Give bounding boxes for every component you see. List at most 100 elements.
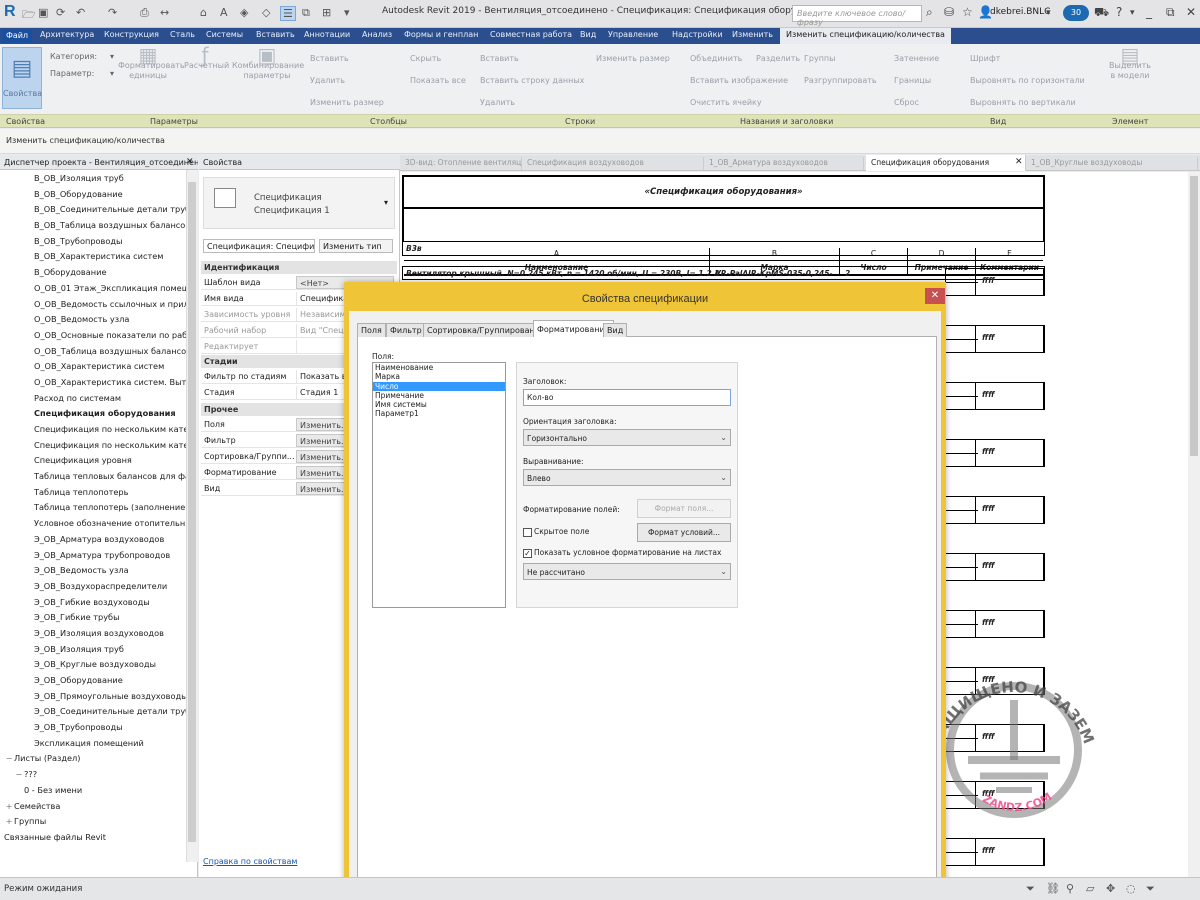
note-cell[interactable] (946, 282, 978, 297)
select-links-icon[interactable]: ⛓ (1046, 882, 1060, 895)
user-name[interactable]: dkebrei.BNLC (990, 7, 1050, 17)
view-tab-4[interactable]: 1_ОВ_Круглые воздуховоды (1028, 157, 1198, 170)
search-input[interactable]: Введите ключевое слово/фразу (792, 5, 922, 27)
browser-item[interactable]: −??? (0, 767, 186, 783)
highlight-in-model-button[interactable]: ▤ Выделить в модели (1108, 45, 1152, 81)
browser-item[interactable]: Условное обозначение отопительных с (0, 516, 186, 532)
close-hidden-icon[interactable]: ⧉ (302, 6, 310, 20)
show-conditional-checkbox[interactable]: ✓ Показать условное форматирование на лис… (523, 548, 721, 558)
field-item[interactable]: Параметр1 (373, 409, 505, 418)
filter-icon[interactable]: ⏷ (1026, 882, 1035, 896)
help-icon[interactable]: ? (1116, 5, 1122, 19)
open-icon[interactable]: 🗁 (22, 6, 36, 25)
text-icon[interactable]: A (220, 6, 228, 19)
table-row[interactable]: ffff (945, 496, 1045, 524)
borders-button[interactable]: Границы (894, 76, 931, 85)
tab-modify-schedule[interactable]: Изменить спецификацию/количества (780, 28, 951, 44)
tab-sorting[interactable]: Сортировка/Группирование (423, 323, 549, 337)
align-horizontal-button[interactable]: Выровнять по горизонтали (970, 76, 1085, 85)
tab-structure[interactable]: Конструкция (104, 30, 159, 39)
browser-item[interactable]: Расход по системам (0, 391, 186, 407)
group-header-row[interactable]: В3в (402, 241, 1045, 256)
collapse-icon[interactable]: − (14, 767, 24, 783)
insert-image-button[interactable]: Вставить изображение (690, 76, 788, 85)
browser-item[interactable]: − Листы (Раздел) (0, 751, 186, 767)
subscription-icon[interactable]: ⛁ (944, 5, 954, 19)
quick-access-dropdown-icon[interactable]: ▾ (344, 6, 350, 19)
undo-icon[interactable]: ↶ (76, 6, 85, 19)
row-delete-button[interactable]: Удалить (480, 98, 515, 107)
star-icon[interactable]: ☆ (962, 5, 973, 19)
comment-cell[interactable]: ffff (975, 440, 1043, 466)
redo-icon[interactable]: ↷ (108, 6, 117, 19)
table-row[interactable]: ffff (945, 439, 1045, 467)
comment-cell[interactable]: ffff (975, 497, 1043, 523)
note-cell[interactable] (946, 453, 978, 468)
field-format-button[interactable]: Формат поля... (637, 499, 731, 518)
browser-item[interactable]: О_ОВ_Ведомость узла (0, 312, 186, 328)
browser-item[interactable]: Э_ОВ_Соединительные детали трубопр (0, 704, 186, 720)
selection-count-icon[interactable]: ⏷ (1146, 882, 1155, 896)
browser-item[interactable]: О_ОВ_Характеристика систем (0, 359, 186, 375)
properties-help-link[interactable]: Справка по свойствам (203, 857, 297, 866)
tab-file[interactable]: Файл (2, 29, 32, 43)
format-units-button[interactable]: ▦ Форматировать единицы (118, 45, 185, 81)
minimize-icon[interactable]: _ (1146, 5, 1152, 19)
tab-architecture[interactable]: Архитектура (40, 30, 94, 39)
view-tab-close-icon[interactable]: ✕ (1015, 157, 1023, 167)
browser-item[interactable]: Таблица теплопотерь (заполнение) (0, 500, 186, 516)
browser-item[interactable]: О_ОВ_Таблица воздушных балансов (0, 344, 186, 360)
comment-cell[interactable]: ffff (975, 383, 1043, 409)
category-dropdown-icon[interactable]: ▾ (110, 52, 114, 61)
tab-fields[interactable]: Поля (357, 323, 386, 337)
tab-addins[interactable]: Надстройки (672, 30, 723, 39)
browser-item[interactable]: В_Оборудование (0, 265, 186, 281)
browser-item[interactable]: Спецификация оборудования (0, 406, 186, 422)
table-row[interactable]: ffff (945, 268, 1045, 296)
view-tab-active[interactable]: Спецификация оборудования (866, 155, 1026, 171)
browser-item[interactable]: Связанные файлы Revit (0, 830, 186, 846)
browser-item[interactable]: Э_ОВ_Арматура воздуховодов (0, 532, 186, 548)
row-insert-data-button[interactable]: Вставить строку данных (480, 76, 584, 85)
tab-insert[interactable]: Вставить (256, 30, 295, 39)
properties-button[interactable]: ▤ Свойства (2, 47, 42, 109)
browser-item[interactable]: Э_ОВ_Изоляция воздуховодов (0, 626, 186, 642)
type-dropdown-icon[interactable]: ▾ (384, 198, 388, 207)
tab-steel[interactable]: Сталь (170, 30, 195, 39)
row-resize-button[interactable]: Изменить размер (596, 54, 670, 63)
browser-item[interactable]: 0 - Без имени (0, 783, 186, 799)
measure-icon[interactable]: ↔ (160, 6, 169, 19)
browser-item[interactable]: + Семейства (0, 799, 186, 815)
browser-item[interactable]: В_ОВ_Характеристика систем (0, 249, 186, 265)
browser-item[interactable]: Э_ОВ_Круглые воздуховоды (0, 657, 186, 673)
comment-cell[interactable]: ffff (975, 839, 1043, 865)
cart-icon[interactable]: ⛟ (1094, 5, 1109, 21)
note-cell[interactable] (946, 624, 978, 639)
background-process-icon[interactable]: ◌ (1126, 882, 1136, 895)
table-row[interactable]: ffff (945, 325, 1045, 353)
tab-manage[interactable]: Управление (608, 30, 658, 39)
tab-view[interactable]: Вид (580, 30, 596, 39)
view-tab-2[interactable]: 1_ОВ_Арматура воздуховодов (706, 157, 864, 170)
tab-formatting[interactable]: Форматирование (533, 320, 614, 337)
browser-item[interactable]: В_ОВ_Соединительные детали трубопр (0, 202, 186, 218)
tab-appearance[interactable]: Вид (603, 323, 628, 337)
dialog-close-icon[interactable]: ✕ (925, 288, 945, 304)
browser-item[interactable]: Э_ОВ_Изоляция труб (0, 642, 186, 658)
table-row[interactable]: ffff (945, 553, 1045, 581)
calculated-button[interactable]: ƒ Расчетный (184, 45, 229, 71)
row-insert-button[interactable]: Вставить (480, 54, 519, 63)
revit-logo[interactable]: R (4, 3, 16, 21)
tab-systems[interactable]: Системы (206, 30, 243, 39)
hidden-field-checkbox[interactable]: Скрытое поле (523, 527, 589, 537)
browser-item[interactable]: О_ОВ_Ведомость ссылочных и прилаг (0, 297, 186, 313)
shading-button[interactable]: Затенение (894, 54, 939, 63)
combine-params-button[interactable]: ▣ Комбинирование параметры (232, 45, 304, 81)
user-dropdown-icon[interactable]: ▾ (1046, 8, 1051, 18)
browser-item[interactable]: Э_ОВ_Гибкие воздуховоды (0, 595, 186, 611)
comment-cell[interactable]: ffff (975, 611, 1043, 637)
collapse-icon[interactable]: − (4, 751, 14, 767)
table-row[interactable]: ffff (945, 838, 1045, 866)
clear-cell-button[interactable]: Очистить ячейку (690, 98, 762, 107)
col-delete-button[interactable]: Удалить (310, 76, 345, 85)
